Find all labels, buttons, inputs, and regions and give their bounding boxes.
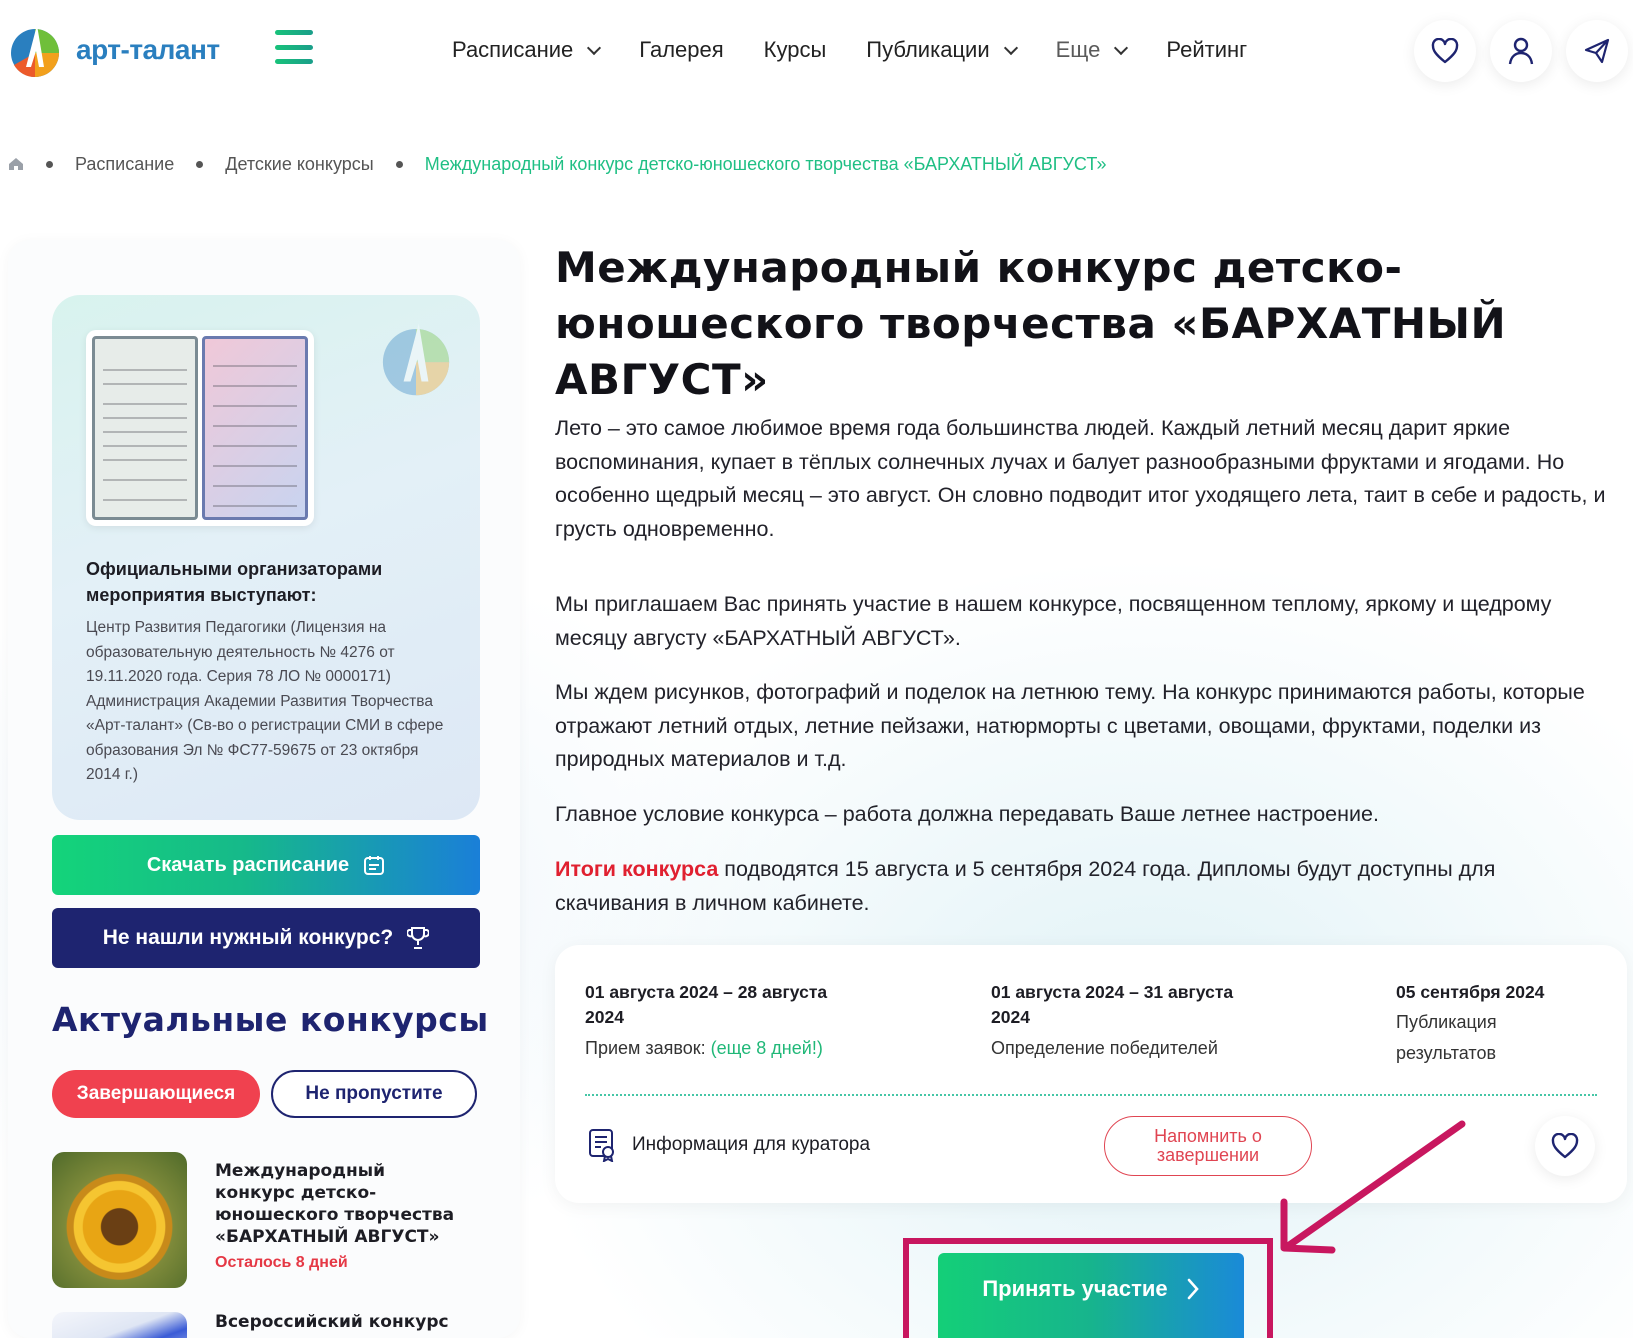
- contest-card-days-left: Осталось 8 дней: [215, 1254, 348, 1271]
- download-schedule-label: Скачать расписание: [146, 853, 350, 876]
- main-nav: Расписание Галерея Курсы Публикации Еще …: [452, 30, 1287, 70]
- stage-label: Прием заявок: (еще 8 дней!): [585, 1038, 823, 1058]
- results-paragraph: Итоги конкурса подводятся 15 августа и 5…: [555, 853, 1615, 920]
- certificate-image: [92, 336, 198, 520]
- actual-contests-title: Актуальные конкурсы: [52, 1000, 489, 1039]
- calendar-icon: [364, 856, 385, 875]
- logo-text: арт-талант: [76, 34, 220, 65]
- nav-item-gallery[interactable]: Галерея: [639, 37, 723, 63]
- description-paragraph: Мы приглашаем Вас принять участие в наше…: [555, 592, 1552, 650]
- days-left-badge: (еще 8 дней!): [710, 1038, 823, 1058]
- stage-date: 01 августа 2024 – 28 августа 2024: [585, 982, 828, 1027]
- nav-item-publications[interactable]: Публикации: [866, 37, 1018, 63]
- curator-info-label: Информация для куратора: [632, 1134, 871, 1155]
- tab-dont-miss[interactable]: Не пропустите: [271, 1070, 477, 1118]
- nav-item-schedule[interactable]: Расписание: [452, 37, 602, 63]
- description-paragraph: Мы ждем рисунков, фотографий и поделок н…: [555, 680, 1585, 771]
- site-logo[interactable]: арт-талант: [6, 18, 236, 82]
- tab-ending[interactable]: Завершающиеся: [52, 1070, 260, 1118]
- nav-label: Еще: [1055, 37, 1101, 62]
- stage-label: Публикация результатов: [1396, 1012, 1497, 1063]
- heart-icon: [1431, 38, 1459, 64]
- stage-results: 05 сентября 2024 Публикация результатов: [1396, 980, 1596, 1069]
- breadcrumb-item-kids[interactable]: Детские конкурсы: [225, 154, 373, 175]
- participate-button[interactable]: Принять участие: [938, 1253, 1244, 1338]
- add-to-favorites-button[interactable]: [1535, 1116, 1595, 1176]
- nav-item-rating[interactable]: Рейтинг: [1166, 37, 1247, 63]
- breadcrumb-item-schedule[interactable]: Расписание: [75, 154, 174, 175]
- nav-label: Галерея: [639, 37, 724, 62]
- not-found-contest-button[interactable]: Не нашли нужный конкурс?: [52, 908, 480, 968]
- contest-card[interactable]: Международный конкурс детско-юношеского …: [52, 1152, 472, 1288]
- organizers-text: Центр Развития Педагогики (Лицензия на о…: [86, 619, 444, 783]
- remind-button[interactable]: Напомнить о завершении: [1104, 1116, 1312, 1176]
- not-found-contest-label: Не нашли нужный конкурс?: [102, 926, 394, 949]
- breadcrumb-current: Международный конкурс детско-юношеского …: [424, 153, 1107, 174]
- heart-icon: [1551, 1133, 1579, 1159]
- stage-date: 05 сентября 2024: [1396, 982, 1545, 1002]
- nav-label: Публикации: [866, 37, 990, 62]
- contest-card[interactable]: Всероссийский конкурс: [52, 1312, 472, 1338]
- logo-mark-icon: [6, 21, 64, 79]
- nav-label: Курсы: [763, 37, 827, 62]
- divider: [585, 1094, 1597, 1096]
- chevron-down-icon: [1114, 40, 1129, 56]
- sunflower-thumbnail: [52, 1152, 187, 1288]
- stage-winners: 01 августа 2024 – 31 августа 2024 Опреде…: [991, 980, 1271, 1061]
- chevron-right-icon: [1187, 1278, 1199, 1299]
- curator-info-link[interactable]: Информация для куратора: [588, 1128, 870, 1162]
- nav-label: Расписание: [452, 37, 574, 62]
- trophy-icon: [407, 927, 430, 949]
- organizers-title: Официальными организаторами мероприятия …: [86, 559, 383, 605]
- license-documents-image[interactable]: [86, 330, 314, 526]
- nav-item-more[interactable]: Еще: [1055, 37, 1129, 63]
- breadcrumb-separator: [395, 160, 403, 168]
- menu-burger-icon[interactable]: [275, 30, 313, 64]
- nav-item-courses[interactable]: Курсы: [764, 37, 827, 63]
- breadcrumb-separator: [46, 160, 53, 168]
- logo-watermark-icon: [376, 318, 456, 398]
- contest-thumbnail: [52, 1312, 187, 1338]
- favorites-button[interactable]: [1414, 20, 1476, 82]
- chevron-down-icon: [1003, 40, 1018, 56]
- breadcrumb-separator: [196, 160, 204, 168]
- send-icon: [1584, 38, 1610, 64]
- breadcrumb: Расписание Детские конкурсы Международны…: [8, 150, 1107, 178]
- description-paragraph: Лето – это самое любимое время года боль…: [555, 416, 1606, 541]
- chevron-down-icon: [587, 40, 602, 56]
- contest-card-title: Международный конкурс детско-юношеского …: [215, 1161, 455, 1247]
- nav-label: Рейтинг: [1166, 37, 1248, 62]
- home-icon[interactable]: [8, 157, 24, 171]
- certificate-icon: [589, 1129, 614, 1162]
- account-button[interactable]: [1490, 20, 1552, 82]
- user-icon: [1508, 37, 1534, 65]
- contest-card-title: Всероссийский конкурс: [215, 1312, 449, 1332]
- participate-label: Принять участие: [982, 1275, 1168, 1301]
- description-paragraph: Главное условие конкурса – работа должна…: [555, 802, 1379, 826]
- license-image: [202, 336, 308, 520]
- results-highlight: Итоги конкурса: [555, 857, 719, 881]
- page-title: Международный конкурс детско-юношеского …: [555, 243, 1507, 404]
- stage-applications: 01 августа 2024 – 28 августа 2024 Прием …: [585, 980, 865, 1061]
- download-schedule-button[interactable]: Скачать расписание: [52, 835, 480, 895]
- stage-label: Определение победителей: [991, 1038, 1218, 1058]
- telegram-button[interactable]: [1566, 20, 1628, 82]
- stage-date: 01 августа 2024 – 31 августа 2024: [991, 982, 1234, 1027]
